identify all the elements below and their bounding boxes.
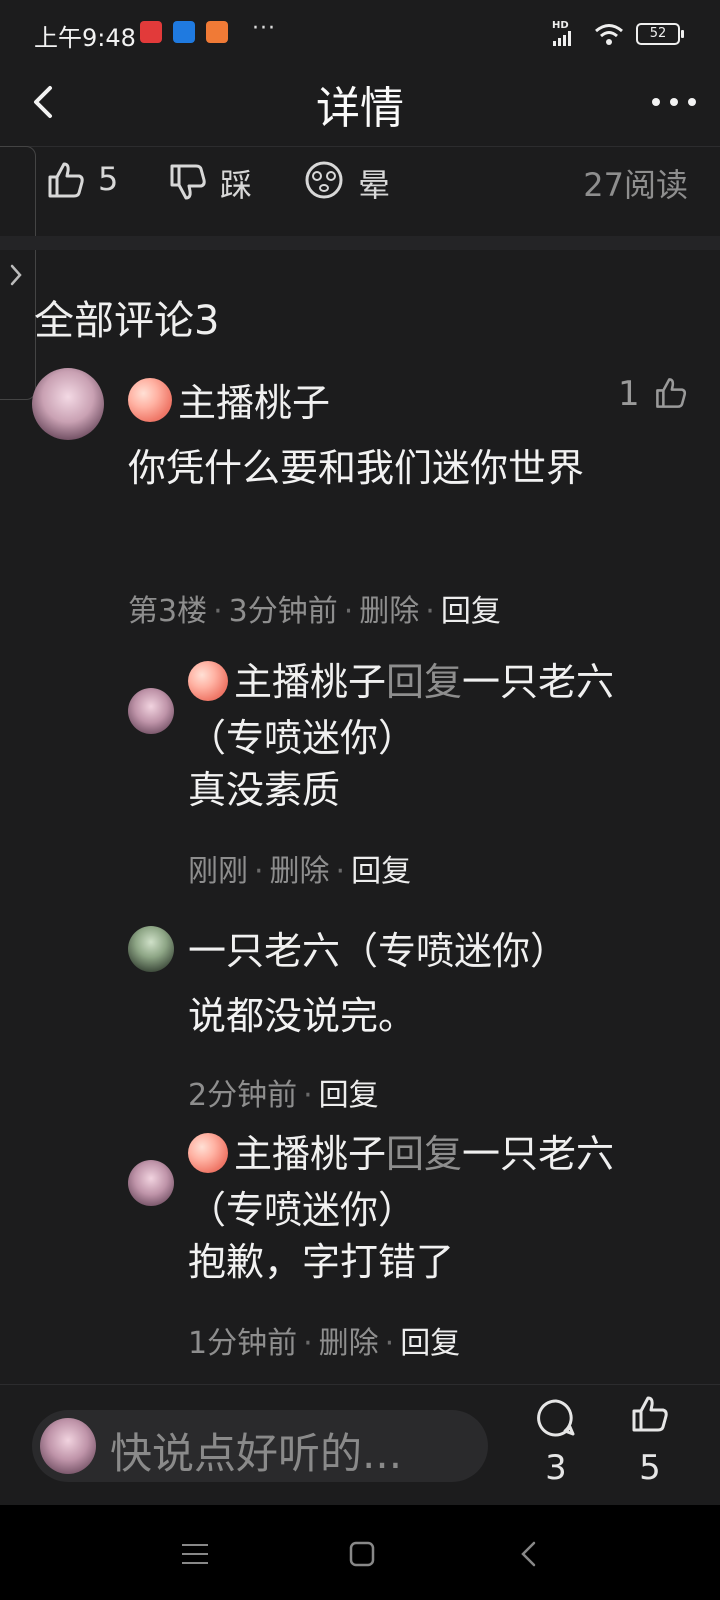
avatar[interactable] xyxy=(128,926,174,972)
reply-word: 回复 xyxy=(386,1132,463,1176)
peach-emoji-icon xyxy=(188,661,228,701)
reply-word: 回复 xyxy=(386,660,463,704)
reply-button[interactable]: 回复 xyxy=(400,1326,460,1361)
delete-button[interactable]: 删除 xyxy=(270,854,330,889)
app-blue-icon xyxy=(173,21,195,43)
signal-icon xyxy=(553,31,571,46)
comment-text: 你凭什么要和我们迷你世界 xyxy=(128,446,585,490)
comment-like-count: 1 xyxy=(618,374,640,414)
menu-icon[interactable] xyxy=(182,1543,208,1565)
reply-meta: 1分钟前 · 删除 · 回复 xyxy=(188,1326,461,1361)
comment-meta: 第3楼 · 3分钟前 · 删除 · 回复 xyxy=(128,594,501,629)
author-name: 主播桃子 xyxy=(178,381,331,425)
reply-time: 1分钟前 xyxy=(188,1326,298,1361)
dizzy-label[interactable]: 晕 xyxy=(358,160,390,206)
page-title: 详情 xyxy=(316,83,404,134)
comment-icon[interactable] xyxy=(536,1398,576,1438)
reply-text: 说都没说完。 xyxy=(188,994,417,1038)
battery-icon: 52 xyxy=(636,23,684,45)
wifi-icon xyxy=(595,24,623,45)
comment-thumbs-up-icon[interactable] xyxy=(654,376,688,410)
comment-time: 3分钟前 xyxy=(228,594,338,629)
reply-button[interactable]: 回复 xyxy=(351,854,411,889)
back-nav-icon[interactable] xyxy=(520,1541,538,1567)
reply-meta: 刚刚 · 删除 · 回复 xyxy=(188,854,412,889)
reply-button[interactable]: 回复 xyxy=(319,1078,379,1113)
reply-author[interactable]: 主播桃子 xyxy=(234,1132,386,1176)
thumbs-down-icon[interactable] xyxy=(168,162,208,202)
reply-author[interactable]: 一只老六（专喷迷你） xyxy=(188,920,568,975)
peach-emoji-icon xyxy=(188,1133,228,1173)
reply-button[interactable]: 回复 xyxy=(441,594,501,629)
toutiao-icon xyxy=(140,21,162,43)
mi-store-icon xyxy=(206,21,228,43)
reply-time: 刚刚 xyxy=(188,854,248,889)
bottom-like-count: 5 xyxy=(639,1448,661,1488)
side-drawer-handle[interactable] xyxy=(0,146,36,400)
dislike-label[interactable]: 踩 xyxy=(220,160,252,206)
avatar[interactable] xyxy=(128,1160,174,1206)
chevron-right-icon xyxy=(10,264,22,286)
avatar[interactable] xyxy=(32,368,104,440)
comment-count: 3 xyxy=(545,1448,567,1488)
reply-text: 真没素质 xyxy=(188,768,341,812)
peach-emoji-icon xyxy=(128,378,172,422)
avatar xyxy=(40,1418,96,1474)
status-more-icon: ··· xyxy=(252,16,276,41)
comment-floor: 第3楼 xyxy=(128,594,208,629)
thumbs-up-icon[interactable] xyxy=(46,160,86,200)
comment-author[interactable]: 主播桃子 xyxy=(128,372,330,427)
status-time: 上午9:48 xyxy=(34,24,136,52)
like-count: 5 xyxy=(98,160,119,198)
more-options-icon[interactable] xyxy=(650,92,698,116)
reply-text: 抱歉，字打错了 xyxy=(188,1240,455,1284)
section-divider xyxy=(0,236,720,250)
delete-button[interactable]: 删除 xyxy=(319,1326,379,1361)
avatar[interactable] xyxy=(128,688,174,734)
delete-button[interactable]: 删除 xyxy=(359,594,419,629)
comments-section-title: 全部评论3 xyxy=(34,298,220,344)
reply-header: 主播桃子回复一只老六（专喷迷你） xyxy=(188,654,688,766)
reply-time: 2分钟前 xyxy=(188,1078,298,1113)
system-nav-bar xyxy=(0,1505,720,1600)
like-icon[interactable] xyxy=(630,1394,670,1434)
read-count: 27阅读 xyxy=(583,166,688,204)
dizzy-face-icon[interactable] xyxy=(304,160,344,200)
header-divider xyxy=(0,146,720,147)
reply-author[interactable]: 主播桃子 xyxy=(234,660,386,704)
reply-meta: 2分钟前 · 回复 xyxy=(188,1078,379,1113)
comment-input-placeholder[interactable]: 快说点好听的... xyxy=(110,1420,402,1481)
home-icon[interactable] xyxy=(349,1541,375,1567)
status-bar: 上午9:48 ··· HD 52 xyxy=(0,0,720,70)
reply-header: 主播桃子回复一只老六（专喷迷你） xyxy=(188,1126,688,1238)
